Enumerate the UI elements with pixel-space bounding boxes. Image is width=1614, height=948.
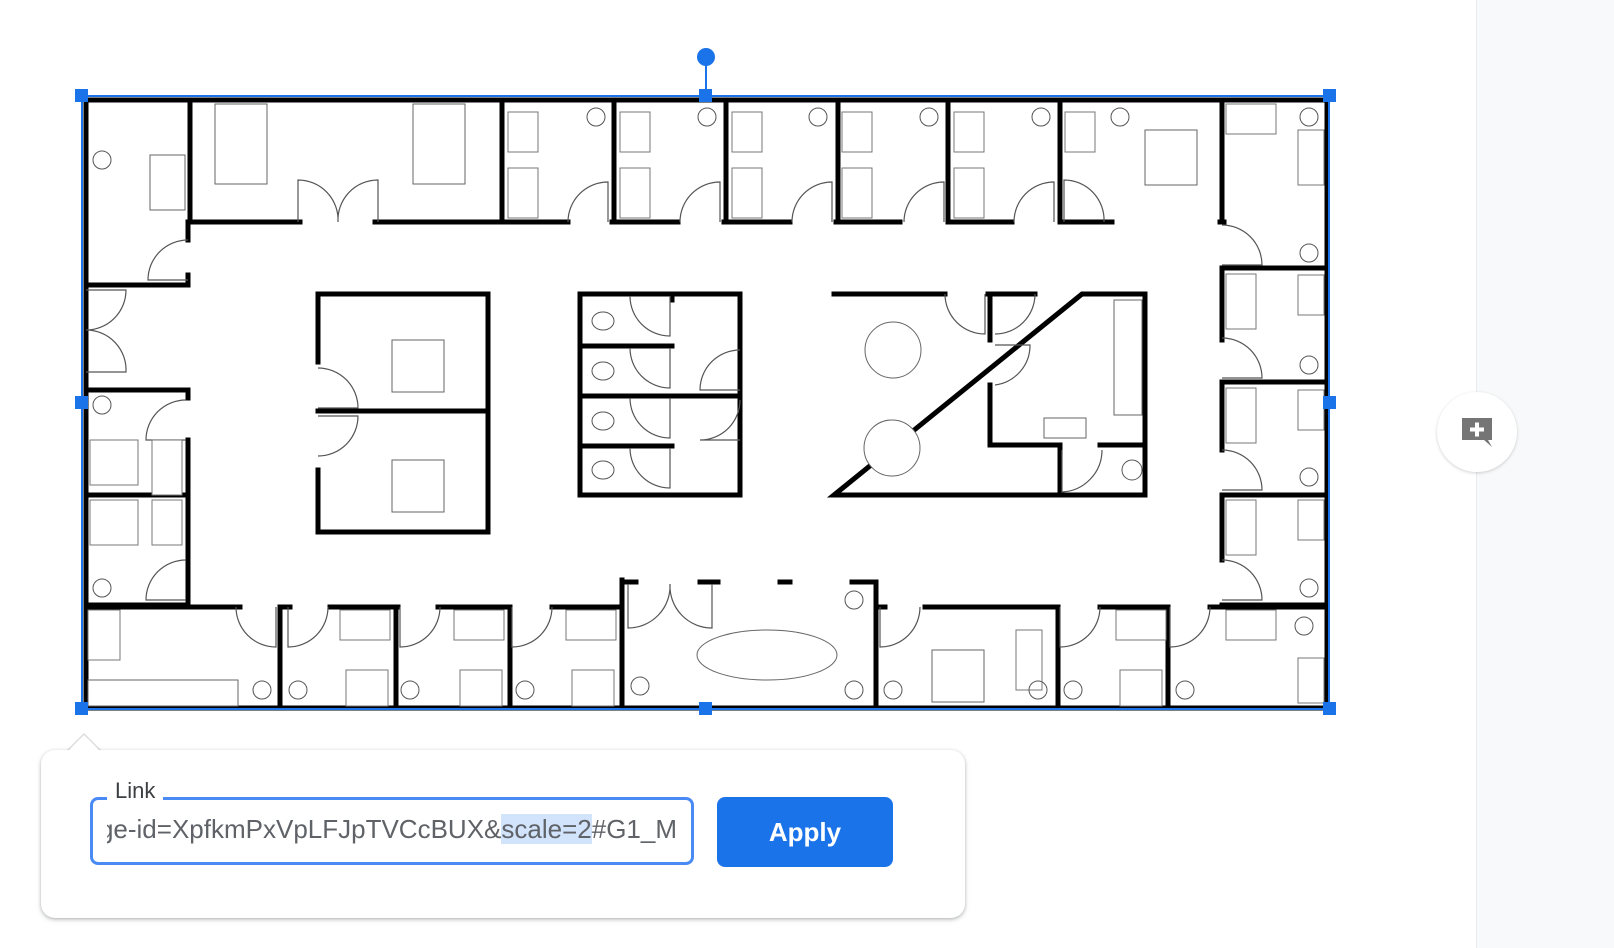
rotate-handle — [697, 48, 715, 66]
link-popup: Link ge-id=XpfkmPxVpLFJpTVCcBUX&scale=2#… — [41, 750, 965, 918]
link-input-value[interactable]: ge-id=XpfkmPxVpLFJpTVCcBUX&scale=2#G1_M — [107, 814, 677, 850]
wall — [577, 291, 743, 498]
resize-handle-se — [1323, 702, 1336, 715]
resize-handle-n — [699, 89, 712, 102]
resize-handle-sw — [75, 702, 88, 715]
resize-handle-nw — [75, 89, 88, 102]
resize-handle-s — [699, 702, 712, 715]
resize-handle-ne — [1323, 89, 1336, 102]
popup-pointer-fill — [67, 735, 101, 752]
selected-text: scale=2 — [501, 814, 592, 844]
link-input-label: Link — [107, 778, 164, 804]
right-side-panel — [1476, 0, 1614, 948]
resize-handle-w — [75, 396, 88, 409]
add-comment-button[interactable] — [1437, 392, 1517, 472]
add-comment-icon — [1462, 418, 1492, 447]
link-input[interactable]: Link ge-id=XpfkmPxVpLFJpTVCcBUX&scale=2#… — [90, 778, 694, 865]
resize-handle-e — [1323, 396, 1336, 409]
wall — [83, 219, 191, 288]
apply-button[interactable]: Apply — [717, 797, 893, 867]
wall — [83, 387, 191, 608]
door-arcs — [85, 179, 1263, 648]
